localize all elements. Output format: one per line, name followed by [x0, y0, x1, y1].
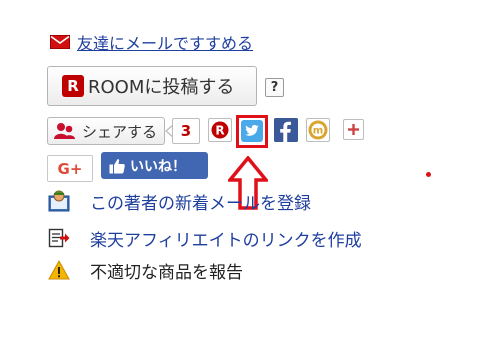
rakuten-icon: R: [211, 121, 229, 139]
room-logo-icon: R: [62, 75, 84, 97]
menu-item-affiliate-link[interactable]: 楽天アフィリエイトのリンクを作成: [48, 226, 362, 251]
share-people-icon: [54, 123, 75, 139]
google-plus-label: G+: [57, 159, 83, 178]
room-post-button[interactable]: R ROOMに投稿する: [47, 66, 257, 106]
menu-item-report[interactable]: 不適切な商品を報告: [48, 258, 243, 283]
rakuten-share-button[interactable]: R: [208, 118, 232, 142]
svg-text:m: m: [313, 126, 323, 137]
author-icon: [48, 190, 70, 212]
google-plus-button[interactable]: G+: [47, 155, 93, 182]
mail-recommend-link[interactable]: 友達にメールですすめる: [77, 30, 253, 54]
mail-recommend-row[interactable]: 友達にメールですすめる: [50, 31, 253, 53]
share-label: シェアする: [82, 122, 158, 141]
menu-item-author-mail[interactable]: この著者の新着メールを登録: [48, 189, 311, 214]
share-button[interactable]: シェアする: [47, 117, 165, 145]
red-dot: [426, 172, 431, 177]
warning-icon: [48, 259, 70, 281]
mixi-share-button[interactable]: m: [306, 118, 330, 142]
facebook-like-button[interactable]: いいね！: [101, 152, 208, 179]
facebook-icon: [274, 118, 298, 142]
like-label: いいね！: [130, 158, 186, 175]
twitter-highlight-box: [236, 115, 268, 148]
thumbs-up-icon: [109, 158, 125, 173]
menu-label-report: 不適切な商品を報告: [90, 262, 243, 283]
plus-icon: [348, 124, 359, 135]
room-post-label: ROOMに投稿する: [88, 77, 235, 98]
menu-label-author-mail: この著者の新着メールを登録: [90, 193, 311, 214]
facebook-share-button[interactable]: [274, 118, 298, 142]
help-button[interactable]: ?: [265, 78, 284, 97]
affiliate-link-icon: [48, 227, 70, 249]
mail-icon: [50, 35, 70, 49]
share-count: 3: [172, 118, 200, 144]
svg-text:R: R: [215, 123, 224, 137]
more-share-button[interactable]: [343, 119, 364, 140]
menu-label-affiliate-link: 楽天アフィリエイトのリンクを作成: [90, 230, 362, 251]
mixi-icon: m: [308, 120, 328, 140]
